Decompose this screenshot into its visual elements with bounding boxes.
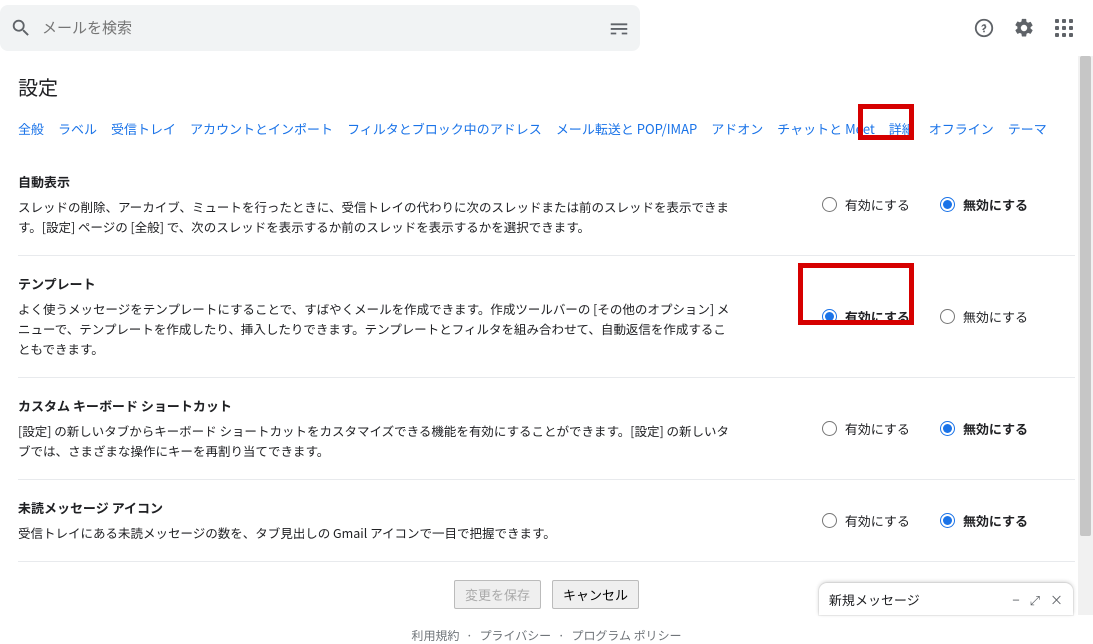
compose-expand-icon[interactable]: ⤢ xyxy=(1030,590,1040,609)
radio-enable[interactable]: 有効にする xyxy=(822,511,910,530)
tab-accounts-import[interactable]: アカウントとインポート xyxy=(190,119,333,138)
radio-label: 無効にする xyxy=(963,419,1028,438)
tab-chat-meet[interactable]: チャットと Meet xyxy=(777,119,874,138)
section-heading: 自動表示 xyxy=(18,172,738,191)
section-custom-shortcuts: カスタム キーボード ショートカット [設定] の新しいタブからキーボード ショ… xyxy=(18,378,1075,480)
settings-body: 自動表示 スレッドの削除、アーカイブ、ミュートを行ったときに、受信トレイの代わり… xyxy=(18,154,1075,644)
scrollbar[interactable] xyxy=(1078,56,1093,615)
settings-page: 設定 全般 ラベル 受信トレイ アカウントとインポート フィルタとブロック中のア… xyxy=(0,56,1093,644)
search-input[interactable] xyxy=(32,20,608,37)
search-bar xyxy=(0,5,640,51)
section-text: よく使うメッセージをテンプレートにすることで、すばやくメールを作成できます。作成… xyxy=(18,299,738,359)
section-heading: テンプレート xyxy=(18,274,738,293)
section-templates: テンプレート よく使うメッセージをテンプレートにすることで、すばやくメールを作成… xyxy=(18,256,1075,378)
apps-icon[interactable] xyxy=(1053,17,1075,39)
legal-policy[interactable]: プログラム ポリシー xyxy=(569,627,683,644)
section-heading: カスタム キーボード ショートカット xyxy=(18,396,738,415)
section-text: [設定] の新しいタブからキーボード ショートカットをカスタマイズできる機能を有… xyxy=(18,421,738,461)
tab-forwarding-pop-imap[interactable]: メール転送と POP/IMAP xyxy=(556,119,697,138)
cancel-button[interactable]: キャンセル xyxy=(552,580,639,609)
radio-enable[interactable]: 有効にする xyxy=(822,307,910,326)
radio-label: 有効にする xyxy=(845,511,910,530)
radio-label: 有効にする xyxy=(845,419,910,438)
tab-labels[interactable]: ラベル xyxy=(58,119,97,138)
page-title: 設定 xyxy=(18,56,1075,119)
tab-themes[interactable]: テーマ xyxy=(1008,119,1047,138)
legal-line: 利用規約 · プライバシー · プログラム ポリシー xyxy=(18,627,1075,644)
radio-label: 有効にする xyxy=(845,307,910,326)
help-icon[interactable] xyxy=(973,17,995,39)
radio-disable[interactable]: 無効にする xyxy=(940,307,1028,326)
section-text: 受信トレイにある未読メッセージの数を、タブ見出しの Gmail アイコンで一目で… xyxy=(18,523,738,543)
settings-tabs: 全般 ラベル 受信トレイ アカウントとインポート フィルタとブロック中のアドレス… xyxy=(18,119,1075,144)
compose-close-icon[interactable]: × xyxy=(1050,590,1063,609)
tab-advanced[interactable]: 詳細 xyxy=(889,119,915,138)
radio-label: 無効にする xyxy=(963,195,1028,214)
search-container[interactable] xyxy=(0,5,640,51)
section-auto-advance: 自動表示 スレッドの削除、アーカイブ、ミュートを行ったときに、受信トレイの代わり… xyxy=(18,154,1075,256)
section-unread-icon: 未読メッセージ アイコン 受信トレイにある未読メッセージの数を、タブ見出しの G… xyxy=(18,480,1075,562)
tab-general[interactable]: 全般 xyxy=(18,119,44,138)
radio-label: 無効にする xyxy=(963,307,1028,326)
gear-icon[interactable] xyxy=(1013,17,1035,39)
section-heading: 未読メッセージ アイコン xyxy=(18,498,738,517)
legal-privacy[interactable]: プライバシー xyxy=(477,627,553,644)
header xyxy=(0,0,1093,56)
save-button: 変更を保存 xyxy=(454,580,541,609)
radio-disable[interactable]: 無効にする xyxy=(940,195,1028,214)
search-icon xyxy=(10,17,32,39)
compose-title: 新規メッセージ xyxy=(829,590,1012,609)
section-text: スレッドの削除、アーカイブ、ミュートを行ったときに、受信トレイの代わりに次のスレ… xyxy=(18,197,738,237)
header-icons xyxy=(973,17,1085,39)
tab-inbox[interactable]: 受信トレイ xyxy=(111,119,176,138)
radio-disable[interactable]: 無効にする xyxy=(940,419,1028,438)
tab-addons[interactable]: アドオン xyxy=(711,119,763,138)
radio-label: 有効にする xyxy=(845,195,910,214)
radio-disable[interactable]: 無効にする xyxy=(940,511,1028,530)
legal-terms[interactable]: 利用規約 xyxy=(409,627,461,644)
radio-label: 無効にする xyxy=(963,511,1028,530)
tune-icon[interactable] xyxy=(608,17,630,39)
compose-minimize-icon[interactable]: − xyxy=(1012,590,1019,609)
tab-offline[interactable]: オフライン xyxy=(929,119,994,138)
compose-minimized[interactable]: 新規メッセージ − ⤢ × xyxy=(819,583,1073,615)
radio-enable[interactable]: 有効にする xyxy=(822,419,910,438)
radio-enable[interactable]: 有効にする xyxy=(822,195,910,214)
tab-filters-blocked[interactable]: フィルタとブロック中のアドレス xyxy=(347,119,542,138)
